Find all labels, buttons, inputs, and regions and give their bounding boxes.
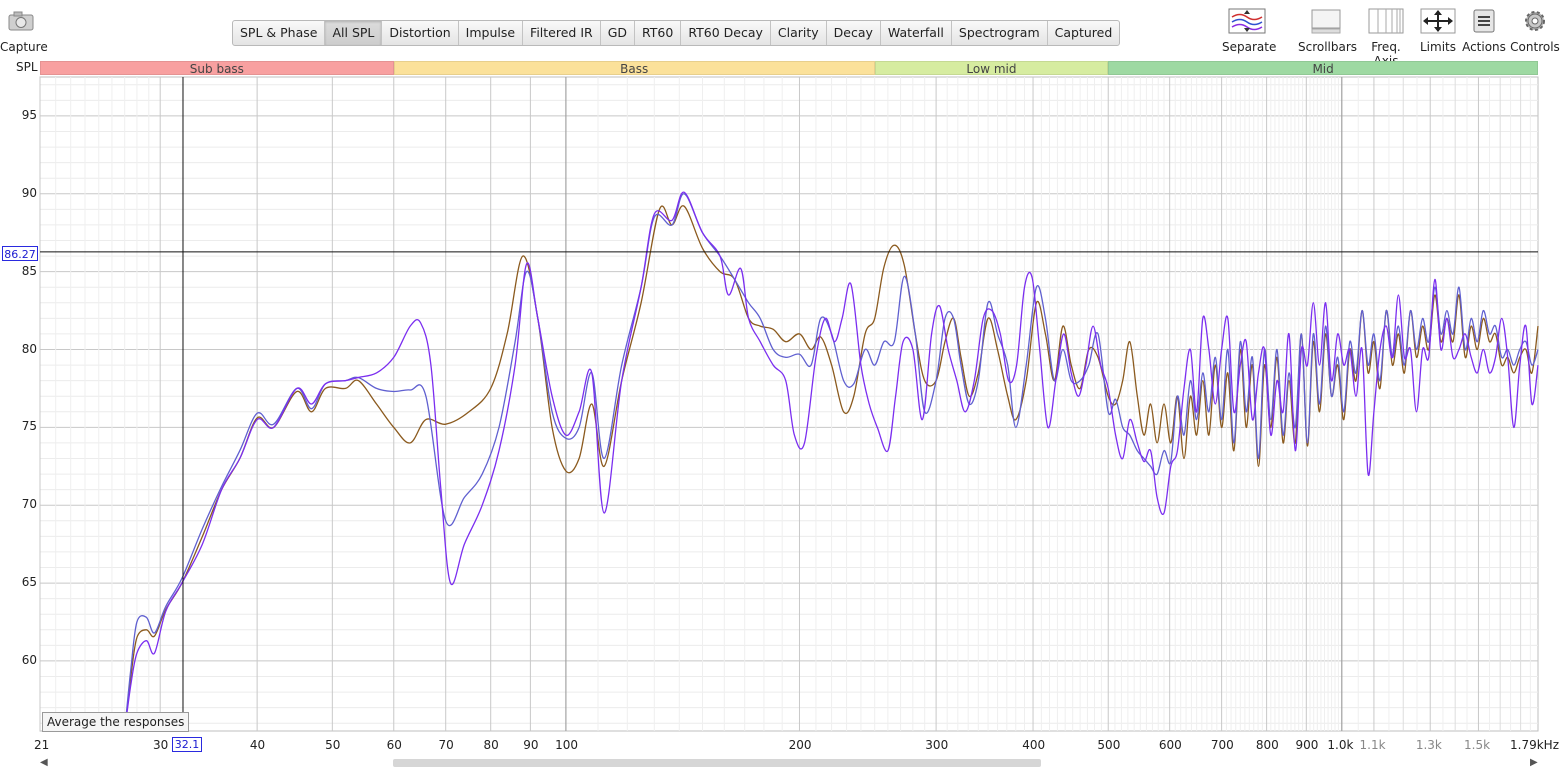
band-mid: Mid	[1108, 61, 1538, 76]
scrollbar-thumb[interactable]	[393, 759, 1041, 767]
x-tick-label: 300	[925, 738, 949, 752]
x-tick-label: 700	[1210, 738, 1234, 752]
band-bass: Bass	[393, 61, 875, 76]
y-tick-label: 70	[21, 497, 37, 512]
x-tick-label: 50	[325, 738, 341, 752]
x-tick-label: 600	[1158, 738, 1182, 752]
cursor-y-readout: 86.27	[2, 246, 38, 261]
y-tick-label: 75	[21, 419, 37, 434]
x-tick-label: 900	[1295, 738, 1319, 752]
x-tick-label: 60	[386, 738, 402, 752]
y-tick-label: 90	[21, 185, 37, 200]
x-tick-label: 30	[152, 738, 169, 752]
horizontal-scrollbar[interactable]: ◀ ▶	[40, 757, 1540, 768]
x-tick-label: 1.1k	[1359, 738, 1386, 752]
x-tick-label: 100	[555, 738, 578, 752]
x-tick-label: 1.5k	[1464, 738, 1491, 752]
x-tick-label: 500	[1097, 738, 1121, 752]
x-tick-label: 800	[1255, 738, 1279, 752]
x-tick-label: 21	[34, 738, 50, 752]
x-tick-label: 200	[788, 738, 812, 752]
average-responses-tooltip: Average the responses	[42, 712, 190, 732]
band-low-mid: Low mid	[874, 61, 1109, 76]
x-tick-label: 40	[249, 738, 266, 752]
spl-chart[interactable]	[0, 0, 1562, 769]
x-tick-label: 1.0k	[1327, 738, 1354, 752]
y-tick-label: 80	[21, 341, 37, 356]
band-sub-bass: Sub bass	[40, 61, 394, 76]
x-tick-label: 1.79kHz	[1510, 738, 1559, 752]
y-tick-label: 60	[21, 652, 37, 667]
scroll-right-icon[interactable]: ▶	[1530, 757, 1538, 768]
scroll-left-icon[interactable]: ◀	[40, 757, 48, 768]
y-tick-label: 95	[21, 107, 37, 122]
x-tick-label: 70	[438, 738, 454, 752]
x-tick-label: 80	[483, 738, 499, 752]
x-tick-label: 1.3k	[1415, 738, 1442, 752]
x-tick-label: 400	[1022, 738, 1046, 752]
y-tick-label: 85	[21, 263, 37, 278]
x-tick-label: 90	[523, 738, 539, 752]
y-tick-label: 65	[21, 575, 37, 590]
cursor-x-readout: 32.1	[172, 737, 202, 752]
